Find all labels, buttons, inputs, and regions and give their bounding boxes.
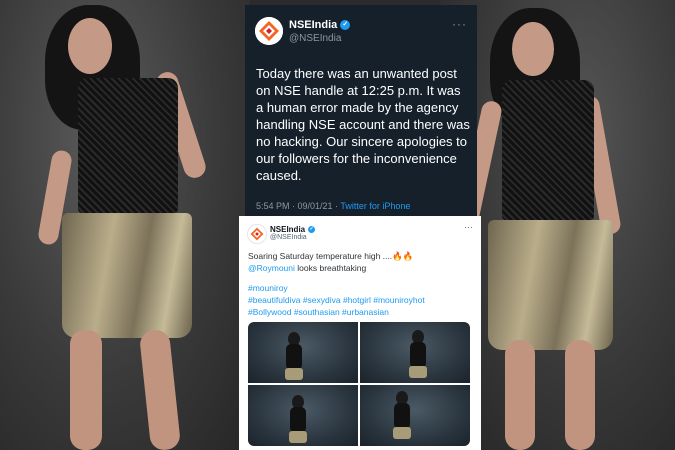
mention-link[interactable]: @Roymouni (248, 263, 295, 273)
hashtag-block: #mouniroy #beautifuldiva #sexydiva #hotg… (248, 282, 474, 318)
fire-emoji-icon: 🔥🔥 (392, 251, 414, 261)
original-tweet-card[interactable]: NSEIndia ✓ @NSEIndia ··· Soaring Saturday… (239, 216, 481, 450)
nse-avatar-small[interactable] (247, 224, 267, 244)
verified-badge-icon: ✓ (308, 226, 316, 234)
hashtag-line[interactable]: #mouniroy (248, 282, 474, 294)
collage-canvas: NSEIndia ✓ @NSEIndia ··· Today there was … (0, 0, 675, 450)
tweet-timestamp[interactable]: 5:54 PM · 09/01/21 · (256, 201, 338, 211)
hashtag-line[interactable]: #Bollywood #southasian #urbanasian (248, 306, 474, 318)
more-options-icon[interactable]: ··· (464, 222, 473, 232)
media-thumbnail[interactable] (360, 322, 470, 383)
media-thumbnail[interactable] (360, 385, 470, 446)
background-photo-left (0, 0, 250, 450)
tweet-body-text: Today there was an unwanted post on NSE … (256, 66, 470, 183)
nse-avatar[interactable] (255, 17, 283, 45)
account-handle[interactable]: @NSEIndia (289, 33, 341, 44)
media-thumbnail[interactable] (248, 385, 358, 446)
account-name-text: NSEIndia (289, 19, 338, 31)
tweet-line-2: @Roymouni looks breathtaking (248, 263, 367, 273)
more-options-icon[interactable]: ··· (452, 17, 467, 31)
tweet-source-link[interactable]: Twitter for iPhone (340, 201, 410, 211)
tweet-metadata: 5:54 PM · 09/01/21 · Twitter for iPhone (256, 201, 410, 211)
account-name-text: NSEIndia (270, 225, 306, 234)
media-thumbnail[interactable] (248, 322, 358, 383)
account-name[interactable]: NSEIndia ✓ (270, 225, 316, 234)
hashtag-line[interactable]: #beautifuldiva #sexydiva #hotgirl #mouni… (248, 294, 474, 306)
account-name[interactable]: NSEIndia ✓ (289, 19, 351, 31)
nse-logo-icon (255, 17, 283, 45)
tweet-body-text: Soaring Saturday temperature high ....🔥🔥… (248, 250, 474, 274)
apology-tweet-card[interactable]: NSEIndia ✓ @NSEIndia ··· Today there was … (245, 5, 477, 218)
verified-badge-icon: ✓ (340, 20, 351, 31)
media-grid (248, 322, 470, 446)
account-handle[interactable]: @NSEIndia (270, 234, 307, 241)
nse-logo-icon (250, 227, 264, 241)
tweet-line-1: Soaring Saturday temperature high ....🔥🔥 (248, 251, 414, 261)
